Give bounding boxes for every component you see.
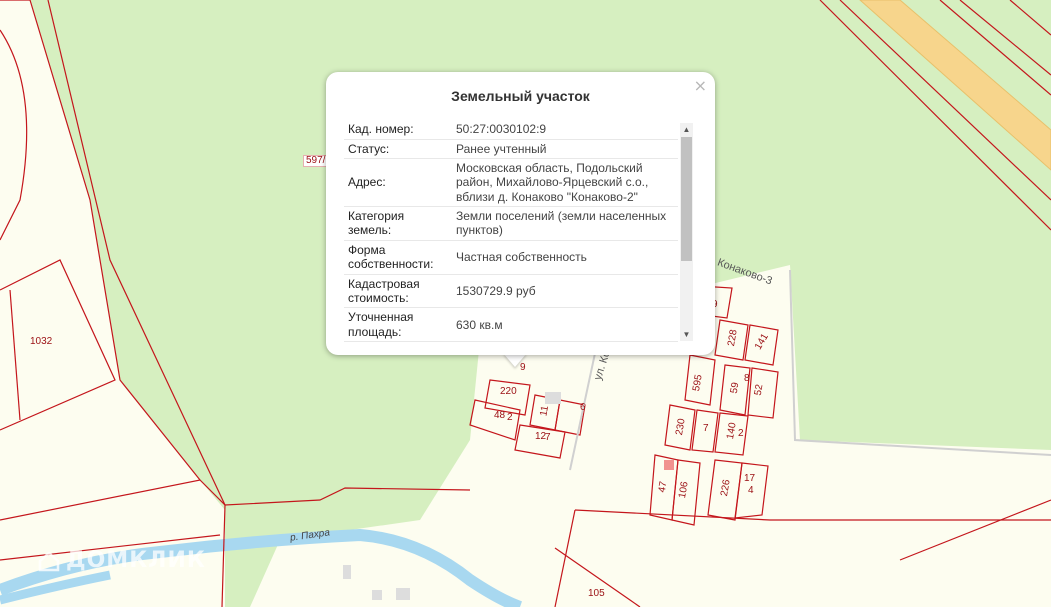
table-row: Адрес: Московская область, Подольский ра… xyxy=(344,158,678,208)
scroll-down-arrow-icon[interactable]: ▼ xyxy=(680,328,693,341)
row-key: Форма собственности: xyxy=(344,240,452,275)
building xyxy=(372,590,382,600)
parcel-label: 11 xyxy=(538,404,552,417)
scroll-thumb[interactable] xyxy=(681,137,692,261)
parcel-label: 1032 xyxy=(30,336,53,347)
table-row: Уточненная площадь: 630 кв.м xyxy=(344,307,678,342)
parcel-label: 2 xyxy=(507,412,513,423)
row-value: Частная собственность xyxy=(452,240,678,275)
parcel-label: 2 xyxy=(738,428,744,439)
table-row: Категория земель: Земли поселений (земли… xyxy=(344,206,678,241)
parcel-info-table: Кад. номер: 50:27:0030102:9 Статус: Ране… xyxy=(344,120,678,342)
table-row: Кад. номер: 50:27:0030102:9 xyxy=(344,120,678,140)
parcel-label: 597/ xyxy=(303,155,329,167)
house-logo-icon xyxy=(38,550,60,571)
parcel-label: 17 xyxy=(744,473,756,484)
popup-body[interactable]: Кад. номер: 50:27:0030102:9 Статус: Ране… xyxy=(344,120,678,342)
parcel-label: 4 xyxy=(748,485,754,496)
building xyxy=(664,460,674,470)
table-row: Форма собственности: Частная собственнос… xyxy=(344,240,678,275)
building xyxy=(545,392,561,404)
building xyxy=(396,588,410,600)
table-row: Статус: Ранее учтенный xyxy=(344,139,678,159)
parcel-label: 48 xyxy=(494,410,506,421)
parcel-label: 52 xyxy=(752,383,766,397)
domclick-watermark: ДОМКЛИК xyxy=(38,548,206,573)
scroll-up-arrow-icon[interactable]: ▲ xyxy=(680,123,693,136)
parcel-label: 6 xyxy=(580,402,586,413)
parcel-label: 220 xyxy=(500,386,517,397)
row-value: 630 кв.м xyxy=(452,307,678,342)
parcel-label: 7 xyxy=(545,432,551,443)
parcel-info-popup: × Земельный участок Кад. номер: 50:27:00… xyxy=(326,72,715,355)
row-key: Кадастровая стоимость: xyxy=(344,274,452,309)
row-value: 1530729.9 руб xyxy=(452,274,678,309)
row-key: Категория земель: xyxy=(344,206,452,241)
parcel-label: 59 xyxy=(728,381,742,395)
popup-title: Земельный участок xyxy=(451,88,590,104)
parcel-label: 7 xyxy=(703,423,709,434)
row-key: Кад. номер: xyxy=(344,120,452,140)
row-key: Уточненная площадь: xyxy=(344,307,452,342)
row-key: Адрес: xyxy=(344,158,452,208)
row-value: Ранее учтенный xyxy=(452,139,678,159)
row-value: 50:27:0030102:9 xyxy=(452,120,678,140)
row-value: Земли поселений (земли населенных пункто… xyxy=(452,206,678,241)
watermark-text: ДОМКЛИК xyxy=(66,548,206,573)
building xyxy=(343,565,351,579)
row-value: Московская область, Подольский район, Ми… xyxy=(452,158,678,208)
popup-pointer xyxy=(503,353,527,367)
popup-scrollbar[interactable]: ▲ ▼ xyxy=(680,123,693,341)
parcel-label: 8 xyxy=(744,373,750,384)
row-key: Статус: xyxy=(344,139,452,159)
parcel-label: 47 xyxy=(656,480,670,494)
parcel-label: 105 xyxy=(588,588,605,599)
table-row: Кадастровая стоимость: 1530729.9 руб xyxy=(344,274,678,309)
